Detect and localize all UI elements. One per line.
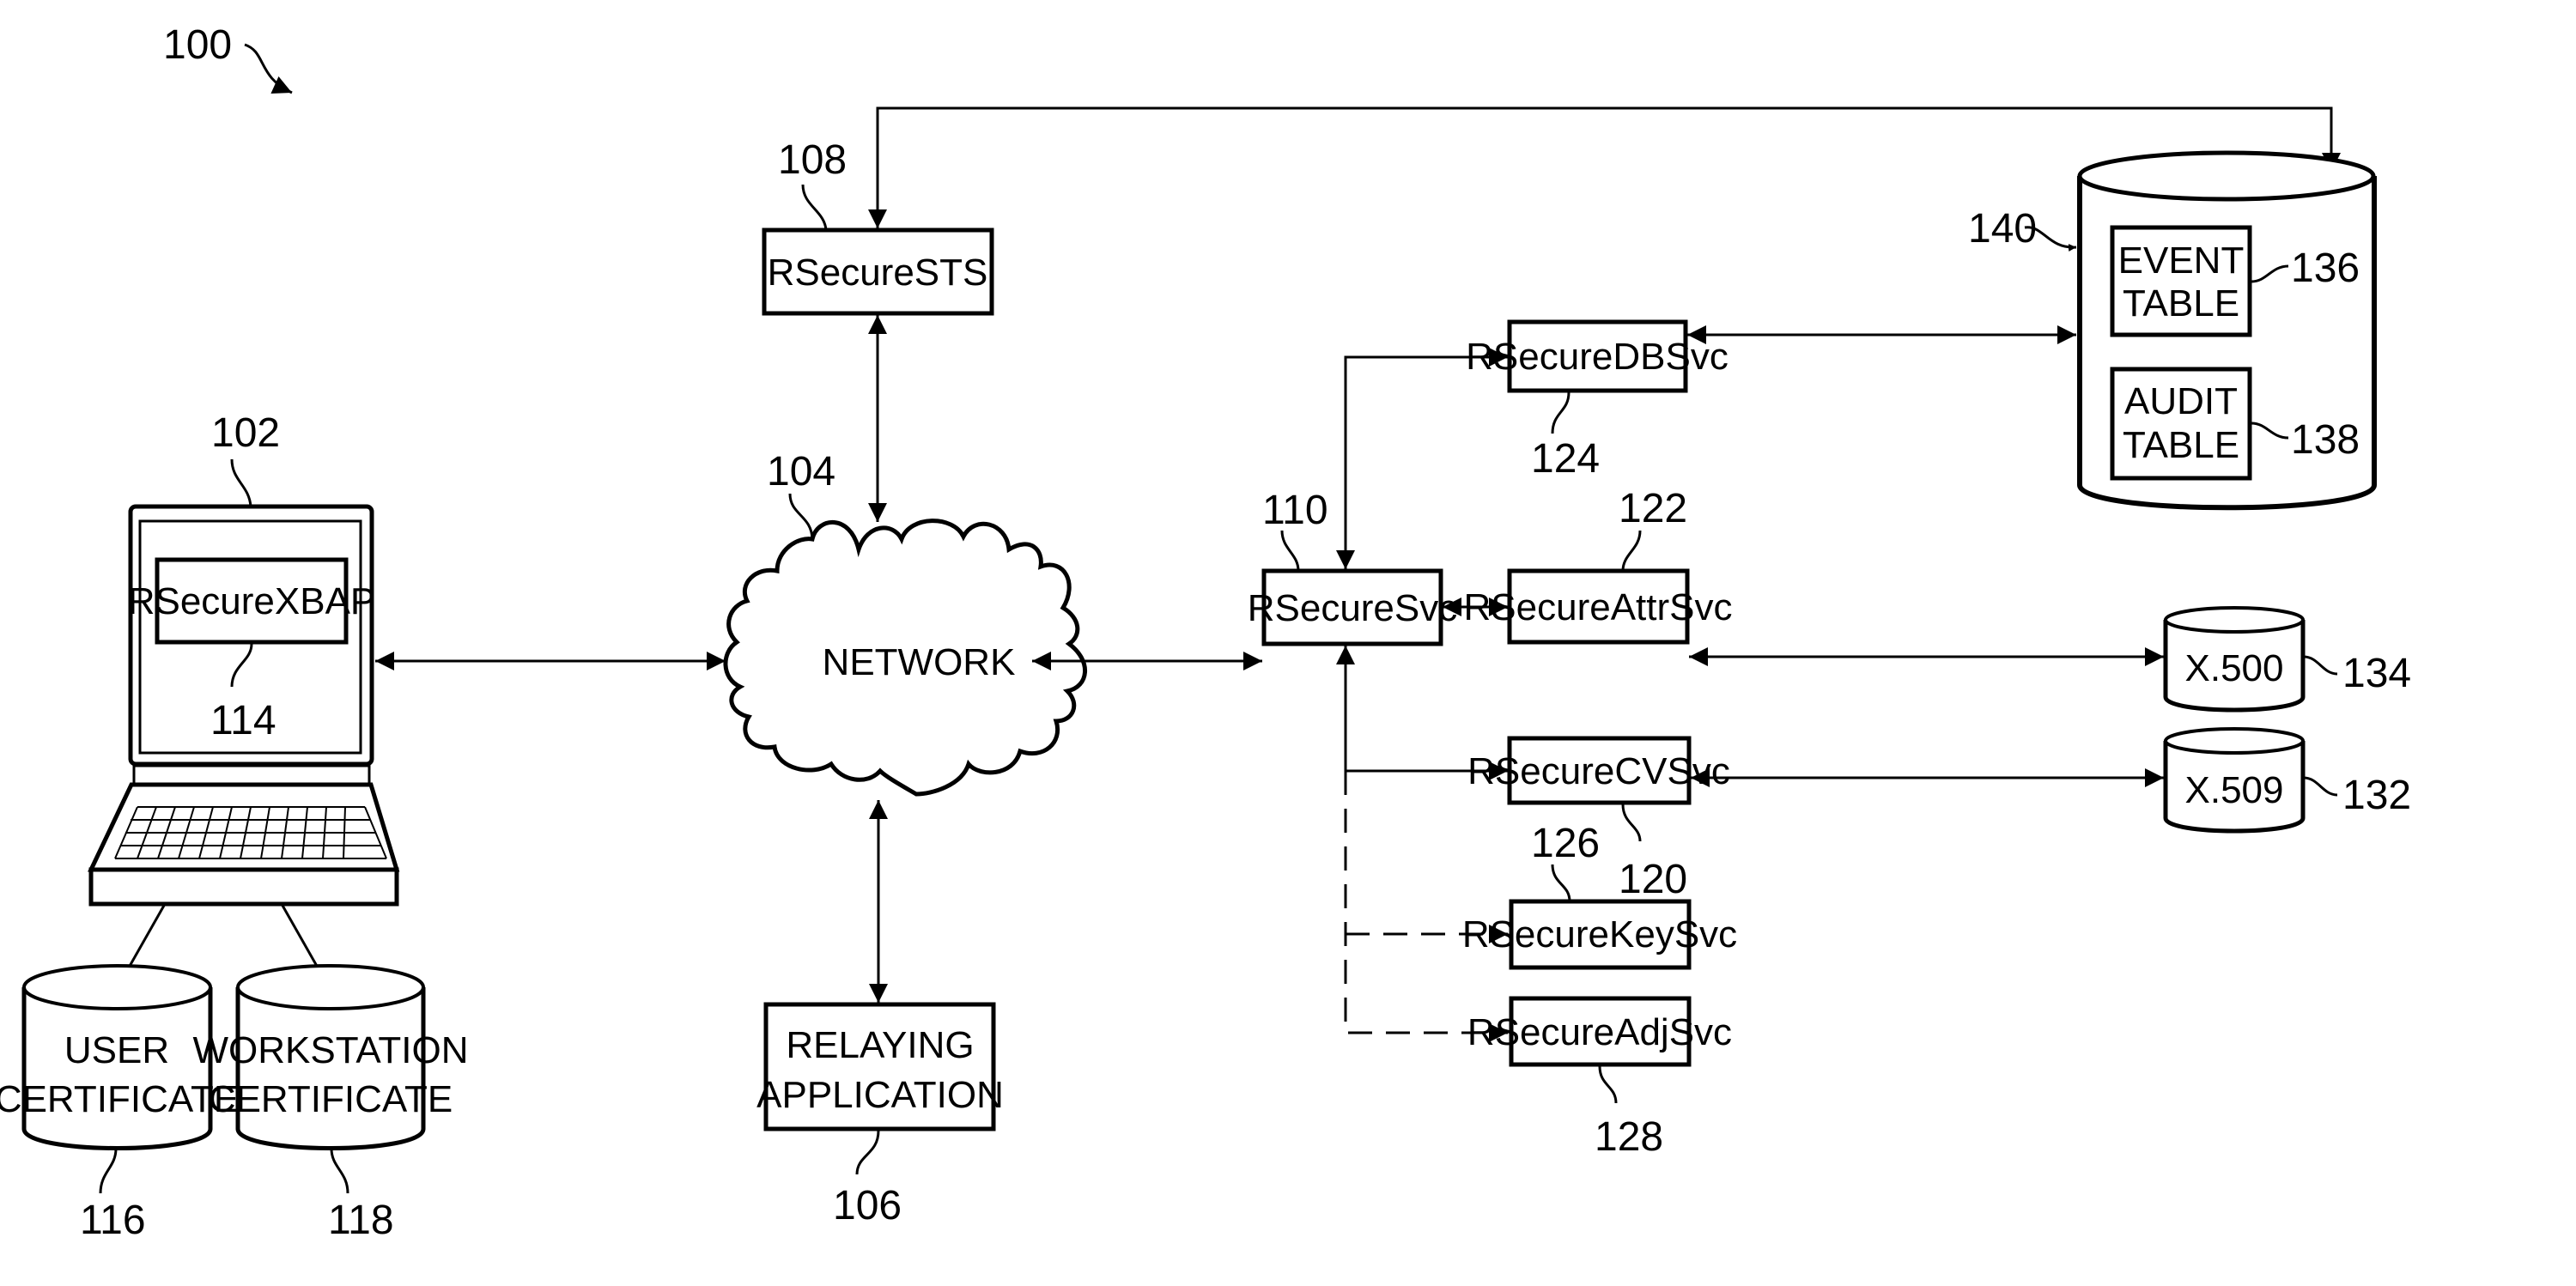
- x509-label: X.509: [2185, 769, 2284, 811]
- adjsvc-label: RSecureAdjSvc: [1467, 1011, 1732, 1053]
- event-table-line-1: EVENT: [2118, 240, 2245, 282]
- cvsvc-label: RSecureCVSvc: [1467, 750, 1730, 792]
- keysvc-ref-label: 126: [1531, 821, 1600, 866]
- keysvc-label: RSecureKeySvc: [1462, 913, 1737, 955]
- svc-box-label: RSecureSvc: [1248, 587, 1458, 629]
- x500-label: X.500: [2185, 647, 2284, 689]
- xbap-ref-label: 114: [210, 698, 276, 743]
- keysvc-leader-line: [1551, 864, 1571, 902]
- network-leader-line: [788, 493, 814, 540]
- audit-table-ref-label: 138: [2291, 417, 2360, 463]
- attrsvc-label: RSecureAttrSvc: [1464, 586, 1733, 628]
- user-cert-cylinder-top: [22, 964, 212, 1010]
- cvsvc-leader-line: [1621, 804, 1642, 842]
- attrsvc-ref-label: 122: [1619, 486, 1687, 531]
- database-ref-label: 140: [1968, 206, 2037, 252]
- user-cert-leader-line: [99, 1148, 118, 1194]
- user-certificate-store[interactable]: USER CERTIFICATE 116: [0, 964, 239, 1243]
- event-audit-database[interactable]: 140 EVENT TABLE 136 AUDIT TABLE 138: [1968, 150, 2377, 511]
- service-keysvc[interactable]: RSecureKeySvc 126: [1462, 821, 1737, 970]
- ws-cert-cylinder-top: [236, 964, 425, 1010]
- attrsvc-leader-line: [1621, 530, 1642, 572]
- service-adjsvc[interactable]: RSecureAdjSvc 128: [1467, 996, 1732, 1160]
- svc-dbsvc-arrow: [1336, 348, 1508, 569]
- audit-table-line-2: TABLE: [2123, 424, 2239, 466]
- client-leader-line: [230, 458, 252, 507]
- dbsvc-label: RSecureDBSvc: [1466, 336, 1728, 378]
- dbsvc-leader-line: [1551, 391, 1571, 434]
- ws-cert-line-2: CERTIFICATE: [209, 1078, 453, 1120]
- ws-cert-ref-label: 118: [328, 1198, 394, 1243]
- dbsvc-ref-label: 124: [1531, 436, 1600, 482]
- network-cloud[interactable]: NETWORK 104: [723, 449, 1087, 797]
- event-table-line-2: TABLE: [2123, 282, 2239, 325]
- relaying-app-box[interactable]: RELAYING APPLICATION 106: [756, 1002, 1004, 1228]
- network-label: NETWORK: [823, 641, 1016, 683]
- ws-cert-line-1: WORKSTATION: [192, 1029, 468, 1071]
- service-attrsvc[interactable]: RSecureAttrSvc 122: [1464, 486, 1733, 645]
- laptop-base: [88, 867, 399, 907]
- user-cert-line-1: USER: [64, 1029, 169, 1071]
- x509-ref-label: 132: [2342, 773, 2411, 818]
- svc-adjsvc-dashed-arrow: [1344, 771, 1508, 1042]
- sts-leader-line: [801, 184, 828, 231]
- relaying-app-line-1: RELAYING: [786, 1024, 974, 1066]
- relaying-app-line-2: APPLICATION: [756, 1074, 1004, 1116]
- xbap-box-label: RSecureXBAP: [128, 580, 376, 622]
- sts-ref-label: 108: [778, 137, 847, 183]
- client-ref-label: 102: [211, 410, 280, 456]
- service-dbsvc[interactable]: RSecureDBSvc 124: [1466, 319, 1728, 482]
- rsecure-svc-box[interactable]: RSecureSvc 110: [1248, 488, 1458, 646]
- x509-leader-line: [2303, 776, 2338, 797]
- ws-cert-leader-line: [330, 1148, 349, 1194]
- laptop-hinge: [132, 764, 371, 786]
- network-ref-label: 104: [767, 449, 835, 494]
- svc-leader-line: [1280, 530, 1300, 572]
- adjsvc-leader-line: [1598, 1065, 1618, 1104]
- user-cert-ref-label: 116: [80, 1198, 146, 1243]
- x500-ref-label: 134: [2342, 651, 2411, 696]
- relaying-app-leader-line: [855, 1130, 880, 1175]
- client-laptop[interactable]: 102: [88, 410, 400, 907]
- user-cert-line-2: CERTIFICATE: [0, 1078, 239, 1120]
- x509-cylinder-top: [2164, 727, 2305, 755]
- database-cylinder-top: [2077, 150, 2376, 202]
- x500-cylinder-top: [2164, 606, 2305, 634]
- x500-directory[interactable]: X.500 134: [2163, 606, 2411, 713]
- laptop-keyboard-deck: [88, 782, 400, 872]
- figure-ref-arrow: [244, 43, 293, 94]
- figure-ref-label: 100: [163, 22, 232, 68]
- x509-directory[interactable]: X.509 132: [2163, 727, 2411, 834]
- adjsvc-ref-label: 128: [1595, 1114, 1663, 1160]
- audit-table-line-1: AUDIT: [2124, 380, 2238, 422]
- cvsvc-ref-label: 120: [1619, 857, 1687, 902]
- workstation-certificate-store[interactable]: WORKSTATION CERTIFICATE 118: [192, 964, 469, 1243]
- svc-ref-label: 110: [1262, 488, 1328, 533]
- event-table-ref-label: 136: [2291, 246, 2360, 291]
- relaying-app-ref-label: 106: [833, 1183, 902, 1228]
- architecture-diagram: 100 102 RSecureXBAP 114 USER CERTIFICATE…: [0, 22, 2411, 1243]
- sts-box-label: RSecureSTS: [768, 252, 988, 294]
- x500-leader-line: [2303, 655, 2338, 676]
